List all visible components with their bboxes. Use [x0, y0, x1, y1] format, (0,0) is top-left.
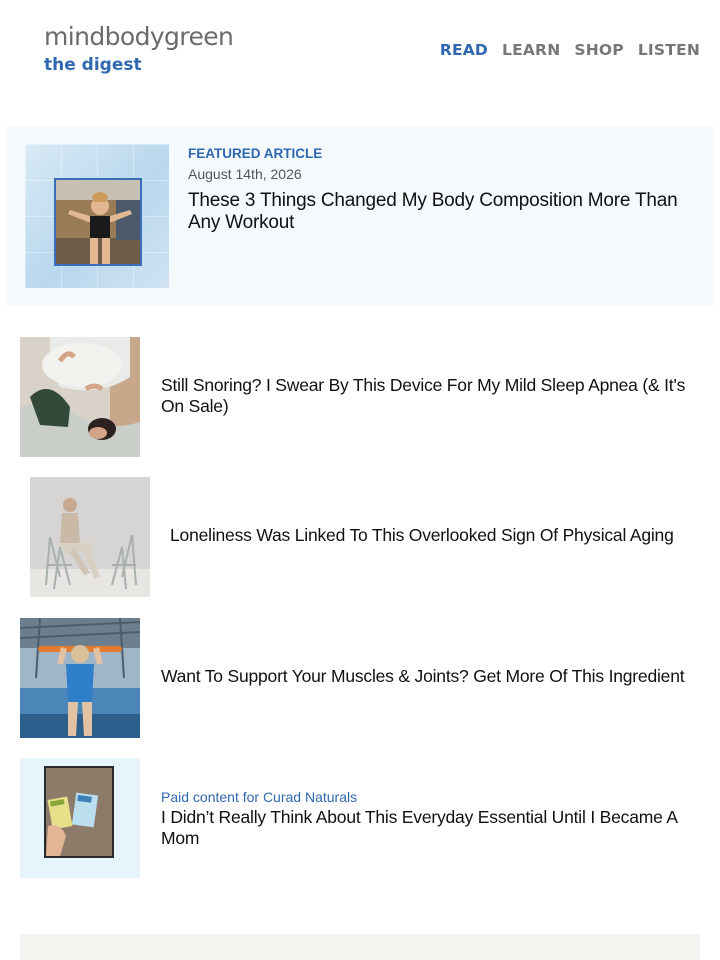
- article-thumbnail[interactable]: [20, 337, 140, 457]
- featured-title[interactable]: These 3 Things Changed My Body Compositi…: [188, 190, 691, 234]
- featured-kicker: FEATURED ARTICLE: [188, 146, 323, 161]
- list-item[interactable]: Still Snoring? I Swear By This Device Fo…: [0, 337, 720, 457]
- woman-on-chair-image: [30, 477, 150, 597]
- featured-thumbnail[interactable]: [25, 144, 169, 288]
- featured-date: August 14th, 2026: [188, 166, 302, 182]
- bottom-panel: [20, 934, 700, 960]
- sponsored-text: Paid content for Curad Naturals I Didn’t…: [161, 788, 706, 849]
- article-title[interactable]: Want To Support Your Muscles & Joints? G…: [161, 666, 711, 687]
- featured-article[interactable]: FEATURED ARTICLE August 14th, 2026 These…: [7, 126, 713, 306]
- article-thumbnail[interactable]: [20, 758, 140, 878]
- sponsor-label: Paid content for Curad Naturals: [161, 789, 358, 805]
- woman-sleeping-image: [20, 337, 140, 457]
- brand-logo[interactable]: mindbodygreen the digest: [44, 22, 234, 77]
- list-item[interactable]: Loneliness Was Linked To This Overlooked…: [0, 477, 720, 597]
- woman-workout-image: [20, 618, 140, 738]
- article-thumbnail[interactable]: [30, 477, 150, 597]
- article-title[interactable]: Still Snoring? I Swear By This Device Fo…: [161, 375, 706, 417]
- product-boxes-image: [20, 758, 140, 878]
- brand-sub: the digest: [44, 55, 142, 75]
- featured-text: FEATURED ARTICLE August 14th, 2026 These…: [188, 146, 691, 234]
- nav-read[interactable]: READ: [440, 41, 488, 59]
- main-nav: READ LEARN SHOP LISTEN: [440, 41, 700, 59]
- nav-shop[interactable]: SHOP: [574, 41, 623, 59]
- featured-photo: [54, 178, 142, 266]
- nav-listen[interactable]: LISTEN: [638, 41, 700, 59]
- list-item[interactable]: Paid content for Curad Naturals I Didn’t…: [0, 758, 720, 878]
- nav-learn[interactable]: LEARN: [502, 41, 560, 59]
- brand-name: mindbodygreen: [44, 22, 234, 51]
- article-title[interactable]: I Didn’t Really Think About This Everyda…: [161, 807, 706, 849]
- woman-stretching-image: [56, 180, 140, 264]
- header: mindbodygreen the digest READ LEARN SHOP…: [0, 0, 720, 100]
- list-item[interactable]: Want To Support Your Muscles & Joints? G…: [0, 618, 720, 738]
- article-title[interactable]: Loneliness Was Linked To This Overlooked…: [170, 525, 710, 546]
- article-thumbnail[interactable]: [20, 618, 140, 738]
